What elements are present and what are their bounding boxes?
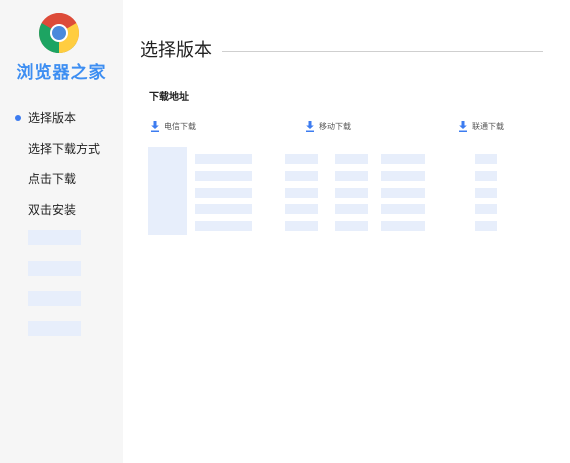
skeleton-line [381, 171, 425, 181]
skeleton-line [475, 221, 497, 231]
skeleton-line [335, 221, 368, 231]
brand-name: 浏览器之家 [16, 63, 107, 83]
page-title: 选择版本 [140, 40, 212, 61]
sidebar-item-label: 选择下载方式 [28, 141, 101, 156]
skeleton-line [475, 204, 497, 214]
download-icon [306, 120, 314, 132]
skeleton-line [195, 171, 252, 181]
sidebar-placeholder [28, 321, 81, 336]
skeleton-line [381, 188, 425, 198]
sidebar-item-label: 点击下载 [28, 172, 77, 186]
sidebar-item-label: 双击安装 [28, 202, 77, 217]
download-icon [459, 120, 467, 132]
title-divider [222, 51, 543, 52]
sidebar-item-click-download[interactable]: 点击下载 [0, 169, 123, 189]
skeleton-line [335, 171, 368, 181]
sidebar-item-label: 选择版本 [28, 111, 77, 125]
skeleton-line [285, 171, 318, 181]
sidebar-item-select-version[interactable]: 选择版本 [0, 108, 123, 128]
sidebar-item-install[interactable]: 双击安装 [0, 200, 123, 220]
download-link-telecom[interactable]: 电信下载 [150, 119, 196, 133]
skeleton-line [285, 188, 318, 198]
skeleton-line [285, 154, 318, 164]
sidebar-nav: 选择版本 选择下载方式 点击下载 双击安装 [0, 108, 123, 230]
skeleton-line [475, 154, 497, 164]
skeleton-line [285, 204, 318, 214]
skeleton-line [195, 221, 252, 231]
active-dot-icon [15, 115, 21, 121]
chrome-logo-icon[interactable] [38, 12, 80, 54]
download-link-unicom[interactable]: 联通下载 [458, 119, 504, 133]
sidebar: 浏览器之家 选择版本 选择下载方式 点击下载 双击安装 [0, 0, 123, 463]
skeleton-line [335, 204, 368, 214]
download-link-label: 联通下载 [472, 121, 504, 131]
download-link-label: 电信下载 [164, 121, 196, 131]
sidebar-placeholder [28, 230, 81, 245]
skeleton-line [335, 154, 368, 164]
skeleton-line [195, 188, 252, 198]
sidebar-placeholder [28, 261, 81, 276]
main-content: 选择版本 下载地址 电信下载 移动下载 联通下载 [123, 0, 570, 463]
skeleton-line [195, 204, 252, 214]
skeleton-line [475, 171, 497, 181]
section-label: 下载地址 [149, 92, 189, 103]
download-link-mobile[interactable]: 移动下载 [305, 119, 351, 133]
skeleton-line [381, 204, 425, 214]
skeleton-line [475, 188, 497, 198]
sidebar-placeholder [28, 291, 81, 306]
skeleton-line [285, 221, 318, 231]
skeleton-thumbnail [148, 147, 187, 235]
download-link-label: 移动下载 [319, 121, 351, 131]
download-icon [151, 120, 159, 132]
sidebar-item-select-method[interactable]: 选择下载方式 [0, 139, 123, 159]
skeleton-line [195, 154, 252, 164]
skeleton-line [335, 188, 368, 198]
skeleton-line [381, 221, 425, 231]
skeleton-line [381, 154, 425, 164]
